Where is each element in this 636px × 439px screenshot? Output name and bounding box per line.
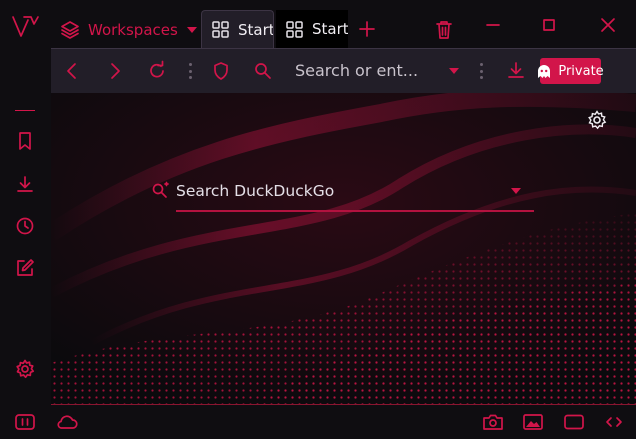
forward-icon: [111, 63, 120, 79]
address-field[interactable]: Search or ent...: [295, 61, 418, 80]
menu-dots-icon[interactable]: [480, 63, 484, 79]
download-icon[interactable]: [14, 174, 36, 196]
forward-button[interactable]: [104, 60, 126, 82]
plus-icon: [359, 21, 375, 37]
grid-icon: [212, 21, 229, 38]
tab-start[interactable]: Start: [276, 10, 348, 48]
search-input[interactable]: Search DuckDuckGo: [176, 182, 334, 200]
vivaldi-logo-icon[interactable]: [10, 14, 42, 40]
maximize-icon: [543, 19, 555, 31]
download-icon: [508, 62, 524, 78]
chevron-down-icon[interactable]: [448, 66, 460, 76]
chevron-down-icon[interactable]: [510, 186, 522, 196]
grid-icon: [286, 20, 303, 38]
workspaces-label: Workspaces: [88, 21, 178, 39]
workspaces-button[interactable]: Workspaces: [60, 18, 198, 42]
bookmark-icon[interactable]: [14, 130, 36, 152]
tab-label: Start: [312, 20, 348, 38]
wallpaper-image: [51, 93, 636, 404]
start-page-search[interactable]: Search DuckDuckGo: [148, 175, 538, 213]
back-button[interactable]: [61, 60, 83, 82]
start-page-settings-button[interactable]: [586, 109, 608, 131]
downloads-button[interactable]: [505, 60, 527, 82]
ghost-icon: [537, 64, 551, 79]
shield-icon: [214, 62, 228, 80]
reload-icon: [150, 60, 164, 78]
private-button[interactable]: Private: [537, 58, 604, 84]
search-underline: [176, 210, 534, 212]
cloud-icon[interactable]: [55, 412, 78, 432]
tab-start-active[interactable]: Start: [201, 10, 274, 48]
status-bar: [0, 405, 636, 439]
camera-icon[interactable]: [482, 412, 504, 432]
chevron-down-icon: [186, 25, 198, 35]
trash-icon: [436, 21, 452, 39]
clock-icon[interactable]: [14, 215, 36, 237]
new-tab-button[interactable]: [356, 18, 378, 40]
minimize-button[interactable]: [482, 14, 504, 36]
private-label: Private: [558, 63, 604, 79]
code-icon[interactable]: [603, 412, 625, 432]
gear-icon[interactable]: [14, 358, 36, 380]
title-bar: Workspaces Start Start: [0, 0, 636, 48]
navigation-toolbar: Search or ent... Private: [51, 48, 636, 93]
search-engine-icon: [150, 181, 170, 201]
back-icon: [67, 63, 76, 79]
image-icon[interactable]: [522, 412, 544, 432]
notes-icon[interactable]: [14, 257, 36, 279]
tab-label: Start: [238, 20, 273, 39]
shield-button[interactable]: [210, 60, 232, 82]
reload-button[interactable]: [146, 60, 168, 82]
menu-dots-icon[interactable]: [189, 63, 193, 79]
search-icon: [252, 60, 274, 82]
close-button[interactable]: [597, 14, 619, 36]
layers-icon: [60, 20, 80, 40]
minimize-icon: [486, 24, 500, 26]
trash-button[interactable]: [433, 19, 455, 41]
browser-window: Workspaces Start Start Search or ent... …: [0, 0, 636, 439]
panel-toggle-icon[interactable]: [14, 412, 36, 432]
close-icon: [601, 18, 615, 32]
side-panel: [0, 93, 51, 405]
sidebar-divider: [15, 110, 35, 111]
start-page: Search DuckDuckGo: [51, 93, 636, 405]
window-icon[interactable]: [563, 412, 585, 432]
gear-icon: [588, 110, 607, 130]
maximize-button[interactable]: [538, 14, 560, 36]
